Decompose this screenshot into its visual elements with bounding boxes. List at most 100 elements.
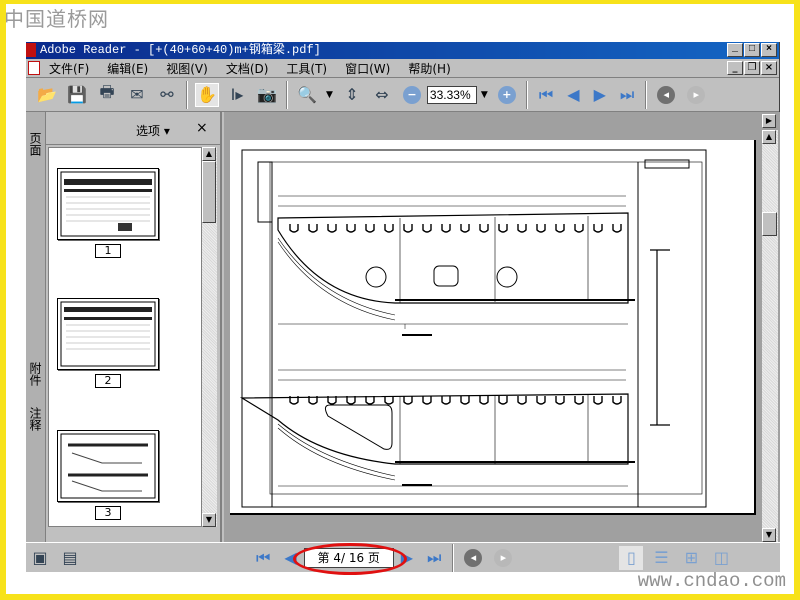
menu-view[interactable]: 视图(V) (157, 60, 217, 77)
thumbnails-scrollbar[interactable]: ▲ ▼ (202, 147, 217, 527)
doc-close-button[interactable]: × (761, 61, 777, 75)
zoom-level-dropdown-icon[interactable]: ▼ (481, 90, 488, 100)
drawing-rib (574, 396, 584, 405)
scroll-thumb[interactable] (202, 161, 216, 223)
thumbnail-label-2: 2 (95, 374, 121, 388)
zoom-in-icon[interactable]: + (497, 85, 516, 104)
status-first-page-icon[interactable]: ⏮ (256, 548, 270, 568)
single-page-icon[interactable]: ▯ (619, 545, 644, 570)
drawing-rib (555, 224, 565, 233)
scroll-up-icon[interactable]: ▲ (202, 147, 216, 161)
continuous-icon[interactable]: ☰ (649, 546, 673, 570)
status-last-page-icon[interactable]: ⏭ (427, 548, 441, 568)
options-menu[interactable]: 选项 ▾ (136, 122, 170, 139)
drawing-rib (498, 224, 508, 233)
drawing-rib (422, 224, 432, 233)
next-page-icon[interactable]: ▶ (594, 85, 606, 104)
page-thumbnail-3[interactable] (57, 430, 159, 502)
drawing-rib (517, 396, 527, 405)
snapshot-icon[interactable]: 📷 (255, 83, 279, 107)
pane-header: 选项 ▾ × (46, 112, 220, 145)
thumbnail-label-1: 1 (95, 244, 121, 258)
fit-width-icon[interactable]: ⇔ (370, 83, 394, 107)
navigation-pane: 页面 附件 注释 选项 ▾ × 1 2 3 ▲ ▼ (26, 112, 222, 542)
thumbnails-list: 1 2 3 (48, 147, 202, 527)
menu-file[interactable]: 文件(F) (40, 60, 98, 77)
watermark-url: www.cndao.com (637, 570, 786, 592)
nav-tabs: 页面 附件 注释 (26, 112, 46, 542)
drawing-rib (308, 224, 318, 233)
doc-scroll-thumb[interactable] (762, 212, 777, 236)
drawing-rib (536, 224, 546, 233)
facing-icon[interactable]: ◫ (709, 546, 733, 570)
pdf-page (230, 140, 756, 515)
status-bar: ▣ ▤ ⏮ ◀ 第 4/ 16 页 ▶ ⏭ ◂ ▸ ▯ ☰ ⊞ ◫ (26, 542, 780, 575)
zoom-input[interactable]: 33.33% (426, 85, 477, 104)
adobe-reader-window: Adobe Reader - [+(40+60+40)m+钢箱梁.pdf] _ □… (26, 42, 780, 575)
maximize-button[interactable]: □ (744, 43, 760, 57)
save-icon[interactable]: 💾 (65, 83, 89, 107)
drawing-rib (555, 396, 565, 405)
menu-edit[interactable]: 编辑(E) (98, 60, 157, 77)
page-number-field[interactable]: 第 4/ 16 页 (292, 542, 407, 575)
drawing-rib (403, 396, 413, 405)
facing-continuous-icon[interactable]: ⊞ (679, 546, 703, 570)
drawing-rib (289, 224, 299, 233)
monitor-icon[interactable]: ▣ (28, 546, 52, 570)
drawing-rib (460, 224, 470, 233)
tab-attachments[interactable]: 附件 (28, 362, 44, 386)
previous-page-icon[interactable]: ◀ (567, 85, 579, 104)
drawing-rib (612, 396, 622, 405)
email-icon[interactable]: ✉ (125, 83, 149, 107)
watermark-logo: 中国道桥网 (4, 7, 109, 31)
last-page-icon[interactable]: ⏭ (620, 85, 634, 105)
doc-scroll-down-icon[interactable]: ▼ (762, 528, 776, 542)
previous-view-icon[interactable]: ◂ (657, 85, 676, 104)
menu-window[interactable]: 窗口(W) (336, 60, 399, 77)
menu-document[interactable]: 文档(D) (217, 60, 278, 77)
drawing-rib (460, 396, 470, 405)
page-layout-icon[interactable]: ▤ (58, 546, 82, 570)
print-icon[interactable]: 🖶 (95, 82, 119, 107)
drawing-rib (365, 224, 375, 233)
menu-tools[interactable]: 工具(T) (277, 60, 336, 77)
zoom-out-icon[interactable]: − (402, 85, 421, 104)
zoom-in-tool-icon[interactable]: 🔍 (295, 83, 319, 107)
drawing-rib (574, 224, 584, 233)
close-pane-icon[interactable]: × (196, 120, 208, 136)
drawing-rib (384, 396, 394, 405)
first-page-icon[interactable]: ⏮ (539, 85, 553, 105)
window-title: Adobe Reader - [+(40+60+40)m+钢箱梁.pdf] (40, 43, 321, 57)
drawing-rib (441, 396, 451, 405)
app-icon (26, 43, 36, 57)
close-button[interactable]: × (761, 43, 777, 57)
doc-restore-button[interactable]: ❐ (744, 61, 760, 75)
search-binoculars-icon[interactable]: ⚯ (155, 83, 179, 107)
status-next-view-icon[interactable]: ▸ (494, 548, 513, 567)
page-thumbnail-1[interactable] (57, 168, 159, 240)
tab-pages[interactable]: 页面 (28, 132, 44, 156)
scroll-down-icon[interactable]: ▼ (202, 513, 216, 527)
document-scrollbar[interactable]: ▲ ▼ (762, 130, 778, 542)
drawing-rib (346, 224, 356, 233)
next-view-icon[interactable]: ▸ (687, 85, 706, 104)
hand-tool-icon[interactable]: ✋ (195, 82, 219, 107)
menu-help[interactable]: 帮助(H) (399, 60, 459, 77)
drawing-rib (593, 224, 603, 233)
open-icon[interactable]: 📂 (35, 83, 59, 107)
doc-scroll-up-icon[interactable]: ▲ (762, 130, 776, 144)
doc-minimize-button[interactable]: _ (727, 61, 743, 75)
drawing-rib (536, 396, 546, 405)
status-previous-view-icon[interactable]: ◂ (464, 548, 483, 567)
tab-comments[interactable]: 注释 (28, 407, 44, 431)
zoom-dropdown-icon[interactable]: ▼ (326, 90, 333, 100)
drawing-rib (593, 396, 603, 405)
page-thumbnail-2[interactable] (57, 298, 159, 370)
highlight-ring (292, 542, 407, 575)
fit-page-icon[interactable]: ⇕ (340, 83, 364, 107)
select-text-icon[interactable]: I▸ (225, 83, 249, 107)
document-icon (28, 61, 40, 75)
drawing-rib (612, 224, 622, 233)
expand-panel-icon[interactable]: ▶ (762, 114, 776, 128)
minimize-button[interactable]: _ (727, 43, 743, 57)
